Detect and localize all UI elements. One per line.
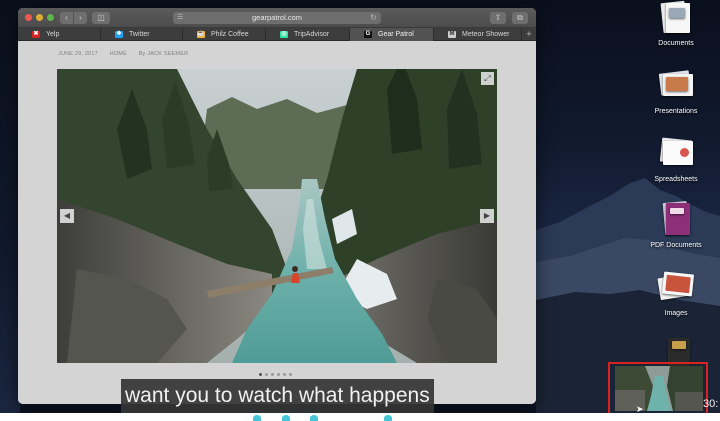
new-tab-button[interactable]: + (522, 28, 536, 40)
desktop-stack-label: Images (664, 310, 688, 317)
browser-window: ‹ › ◫ ☰ gearpatrol.com ↻ ⇧ ⧉ ✖ Yelp ❖ Twitt… (18, 8, 536, 404)
tab-label: Gear Patrol (378, 31, 414, 38)
desktop-stack-label: Documents (658, 40, 694, 47)
philz-coffee-icon: ☕ (197, 31, 205, 38)
dock-indicator (310, 415, 318, 421)
tab-philz-coffee[interactable]: ☕ Philz Coffee (183, 28, 266, 41)
address-bar[interactable]: ☰ gearpatrol.com ↻ (173, 12, 381, 24)
chevron-right-icon: › (79, 13, 82, 22)
gallery-dot[interactable] (289, 373, 292, 376)
video-timecode: 30: (703, 398, 719, 410)
zoom-window-button[interactable] (47, 14, 54, 21)
gallery-dot[interactable] (283, 373, 286, 376)
close-window-button[interactable] (25, 14, 32, 21)
sidebar-toggle-button[interactable]: ◫ (92, 12, 110, 24)
minimize-window-button[interactable] (36, 14, 43, 21)
show-all-tabs-button[interactable]: ⧉ (512, 12, 528, 24)
desktop-stack-spreadsheets[interactable]: Spreadsheets (641, 136, 711, 183)
article-meta: JUNE 29, 2017 HOME By JACK SEEMER (58, 51, 198, 57)
images-stack-icon (657, 270, 695, 306)
arrow-left-icon: ◀ (63, 211, 71, 220)
tab-label: Philz Coffee (211, 31, 249, 38)
gallery-image[interactable]: ◀ ▶ ⤢ (57, 69, 497, 363)
desktop-stack-label: PDF Documents (650, 242, 702, 249)
page-menu-icon: ☰ (177, 14, 184, 21)
tab-yelp[interactable]: ✖ Yelp (18, 28, 101, 41)
fullscreen-button[interactable]: ⤢ (481, 72, 494, 85)
gallery-dot[interactable] (265, 373, 268, 376)
reload-icon[interactable]: ↻ (370, 12, 377, 24)
gear-patrol-icon: G (364, 31, 372, 38)
page-content: JUNE 29, 2017 HOME By JACK SEEMER ◀ ▶ ⤢ (18, 41, 536, 404)
desktop-stack-pdf-documents[interactable]: PDF Documents (641, 201, 711, 249)
twitter-icon: ❖ (115, 31, 123, 38)
gallery-prev-button[interactable]: ◀ (60, 209, 74, 223)
desktop-stack-presentations[interactable]: Presentations (641, 68, 711, 115)
dock (0, 413, 720, 421)
browser-toolbar: ‹ › ◫ ☰ gearpatrol.com ↻ ⇧ ⧉ (18, 8, 536, 28)
tab-label: TripAdvisor (294, 31, 330, 38)
documents-stack-icon (658, 0, 694, 36)
presentations-stack-icon (658, 68, 694, 104)
spreadsheets-stack-icon (658, 136, 694, 172)
address-url: gearpatrol.com (251, 13, 303, 22)
gallery-dot[interactable] (277, 373, 280, 376)
back-button[interactable]: ‹ (60, 12, 73, 24)
gallery-next-button[interactable]: ▶ (480, 209, 494, 223)
sidebar-icon: ◫ (97, 13, 105, 22)
dock-indicator (253, 415, 261, 421)
share-icon: ⇧ (494, 13, 502, 22)
dock-indicator (282, 415, 290, 421)
river-canyon-photo (57, 69, 497, 363)
desktop-stack-images[interactable]: Images (641, 270, 711, 317)
video-caption: want you to watch what happens (121, 379, 434, 413)
forward-button[interactable]: › (74, 12, 87, 24)
tab-label: Meteor Shower (462, 31, 510, 38)
tab-tripadvisor[interactable]: ◎ TripAdvisor (266, 28, 350, 41)
tabs-overview-icon: ⧉ (517, 13, 523, 22)
tab-label: Yelp (46, 31, 60, 38)
expand-icon: ⤢ (484, 74, 491, 83)
tab-gear-patrol[interactable]: G Gear Patrol (350, 28, 434, 41)
tab-label: Twitter (129, 31, 150, 38)
article-date: JUNE 29, 2017 (58, 51, 98, 57)
share-button[interactable]: ⇧ (490, 12, 506, 24)
tab-twitter[interactable]: ❖ Twitter (101, 28, 183, 41)
article-section-link[interactable]: HOME (110, 51, 127, 57)
chevron-left-icon: ‹ (65, 13, 68, 22)
article-byline: By JACK SEEMER (138, 51, 189, 57)
desktop-stack-label: Spreadsheets (654, 176, 698, 183)
gallery-dot[interactable] (259, 373, 262, 376)
desktop-stack-documents[interactable]: Documents (641, 0, 711, 47)
gallery-pagination (259, 373, 292, 376)
dock-indicator (384, 415, 392, 421)
arrow-right-icon: ▶ (483, 211, 491, 220)
tab-meteor-shower[interactable]: M Meteor Shower (434, 28, 522, 41)
highlight-box (608, 362, 708, 416)
tab-bar: ✖ Yelp ❖ Twitter ☕ Philz Coffee ◎ TripAdvisor G G… (18, 28, 536, 41)
pdf-documents-stack-icon (658, 201, 694, 238)
gallery-dot[interactable] (271, 373, 274, 376)
tripadvisor-icon: ◎ (280, 31, 288, 38)
yelp-icon: ✖ (32, 31, 40, 38)
meteor-shower-icon: M (448, 31, 456, 38)
desktop-stack-label: Presentations (654, 108, 698, 115)
